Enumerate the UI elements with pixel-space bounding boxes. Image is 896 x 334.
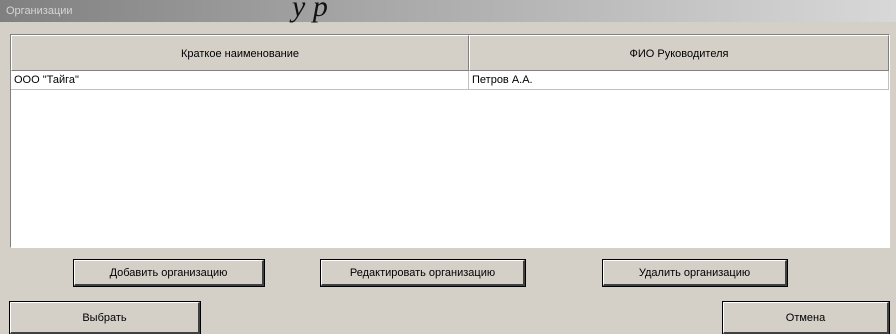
table-row[interactable]: ООО "Тайга" Петров А.А. [11, 71, 889, 90]
edit-organization-button[interactable]: Редактировать организацию [320, 259, 526, 287]
add-organization-button[interactable]: Добавить организацию [73, 259, 265, 287]
column-header-director-name[interactable]: ФИО Руководителя [469, 35, 889, 71]
cell-director-name: Петров А.А. [469, 71, 889, 89]
organizations-dialog: Организации Краткое наименование ФИО Рук… [0, 0, 896, 334]
window-titlebar[interactable]: Организации [0, 0, 896, 22]
delete-organization-button[interactable]: Удалить организацию [602, 259, 788, 287]
organizations-table[interactable]: Краткое наименование ФИО Руководителя ОО… [10, 34, 890, 248]
document-caption-fragment: у р [292, 0, 328, 23]
window-title: Организации [6, 5, 73, 17]
table-header: Краткое наименование ФИО Руководителя [11, 35, 889, 71]
select-button[interactable]: Выбрать [9, 301, 201, 334]
cancel-button[interactable]: Отмена [722, 301, 890, 334]
page: Организации Краткое наименование ФИО Рук… [0, 0, 896, 334]
cell-short-name: ООО "Тайга" [11, 71, 469, 89]
column-header-short-name[interactable]: Краткое наименование [11, 35, 469, 71]
